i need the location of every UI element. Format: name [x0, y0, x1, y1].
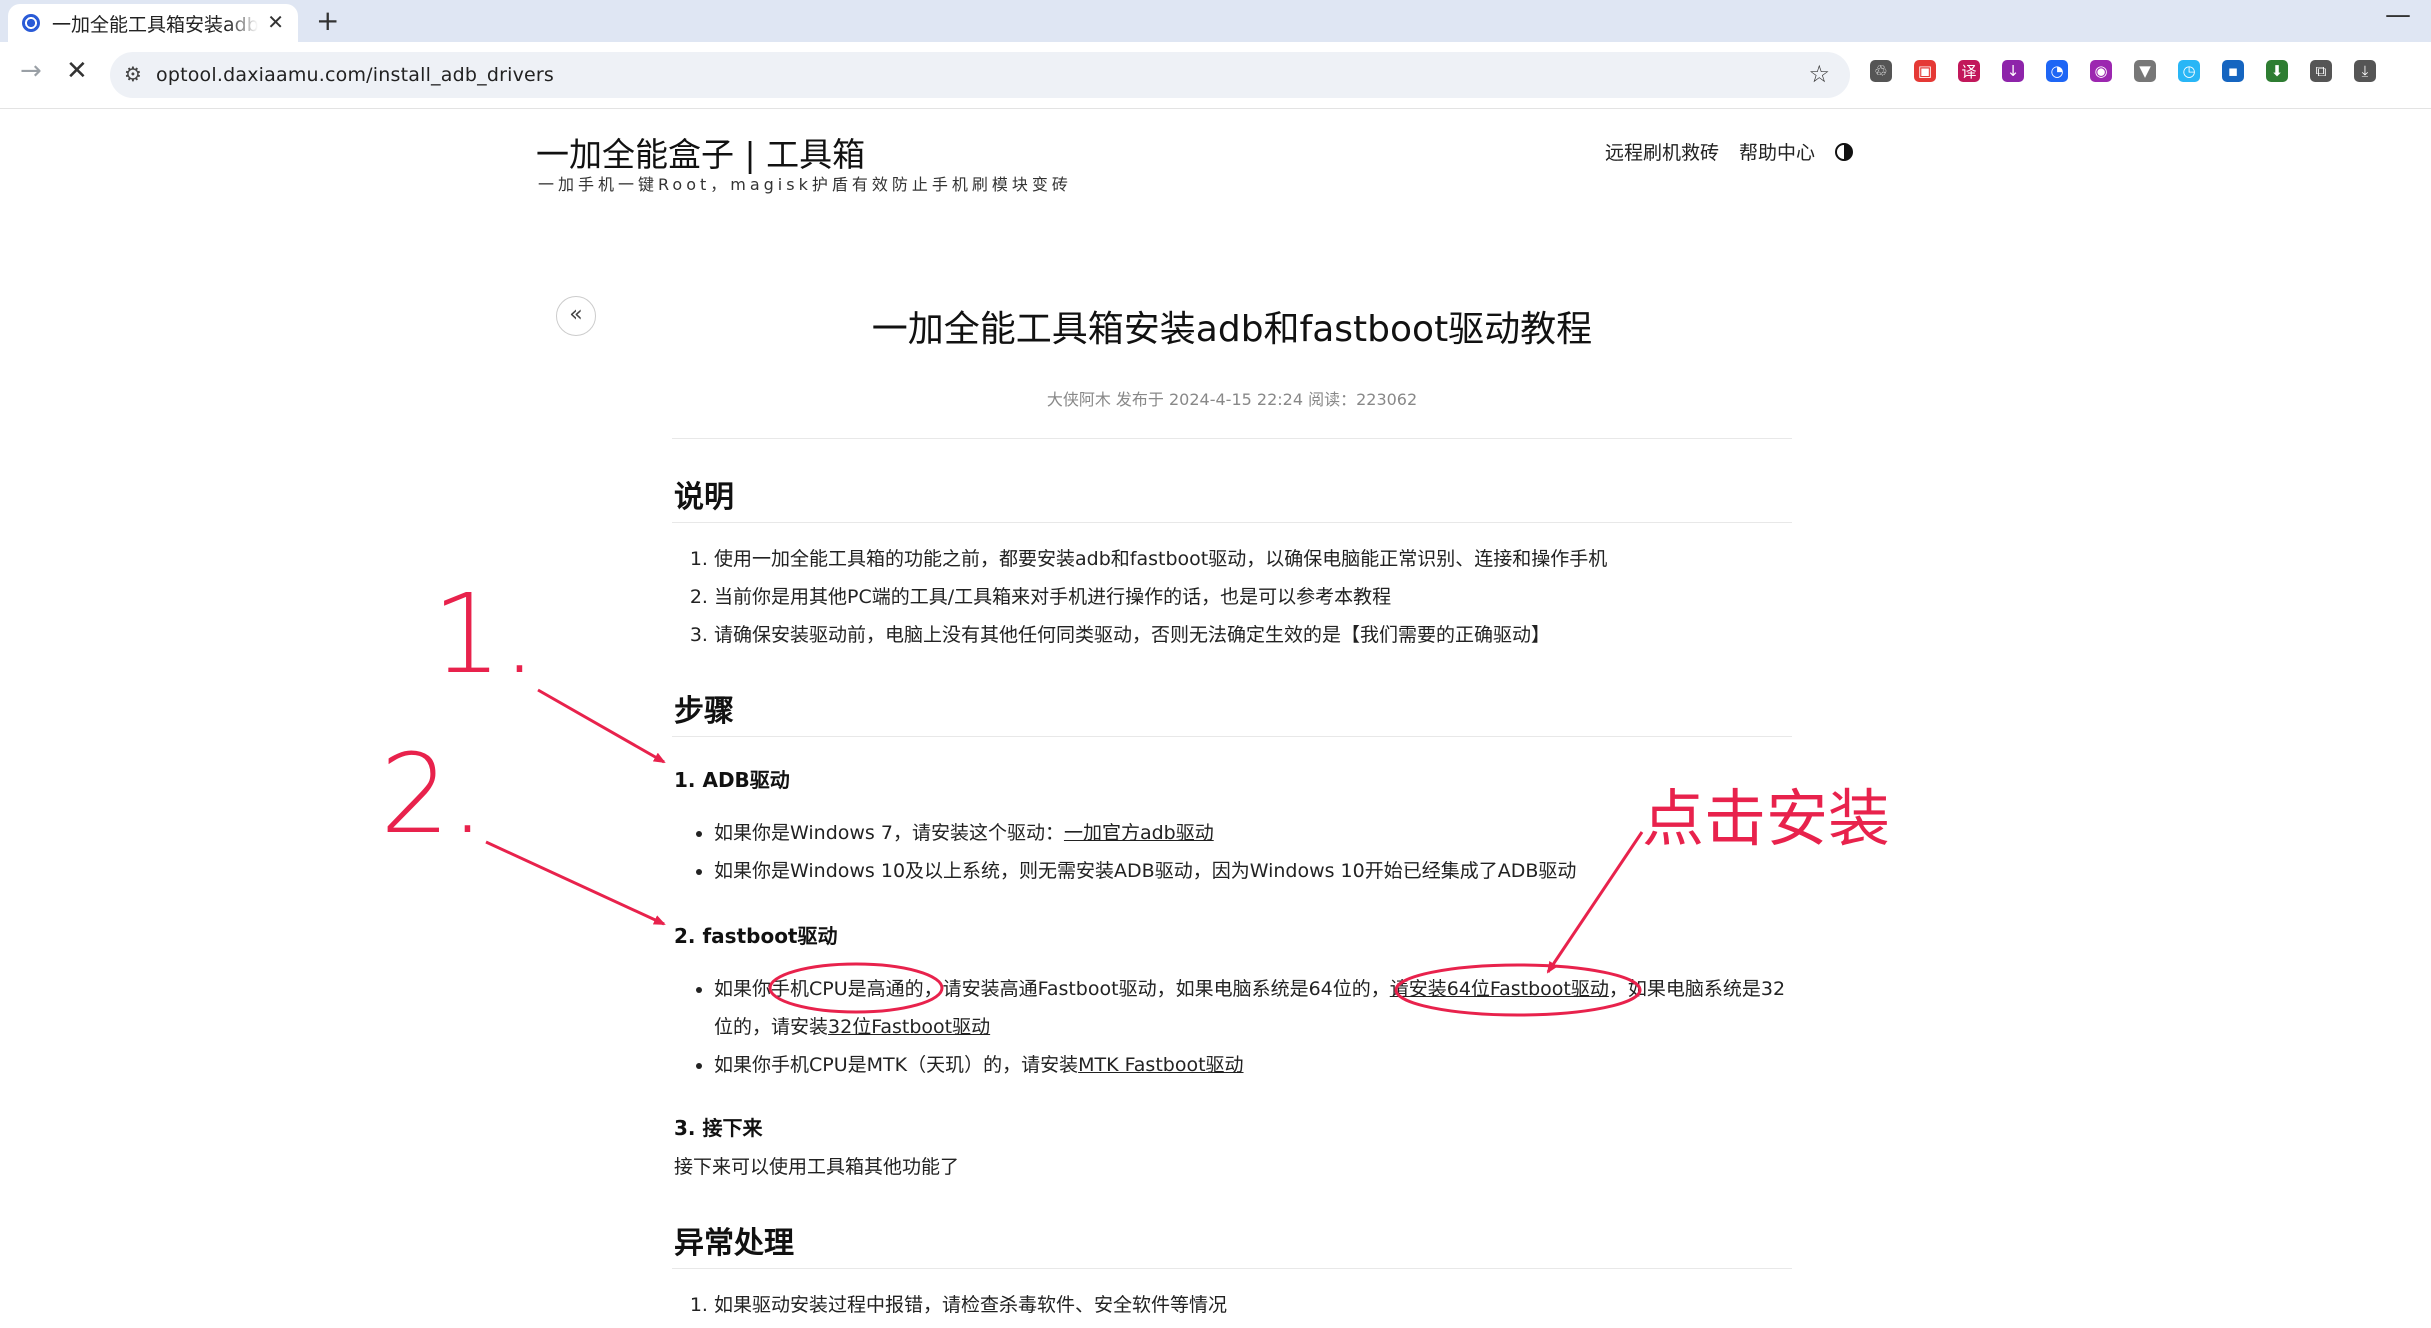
tab-title: 一加全能工具箱安装adb和fastboot驱动教程 [52, 13, 258, 36]
list-item-text: 如果你手机CPU是高通的，请安装高通Fastboot驱动，如果电脑系统是64位的… [714, 978, 1390, 1000]
annotation-click-install: 点击安装 [1642, 782, 1891, 855]
site-favicon-icon [22, 14, 40, 32]
annotation-number-2: 2. [380, 730, 485, 858]
article-meta: 大侠阿木 发布于 2024-4-15 22:24 阅读：223062 [1046, 390, 1418, 409]
window-minimize-button[interactable]: — [2385, 0, 2411, 30]
list-item: 当前你是用其他PC端的工具/工具箱来对手机进行操作的话，也是可以参考本教程 [714, 578, 1794, 616]
site-info-icon[interactable]: ⚙ [124, 62, 142, 86]
article-title: 一加全能工具箱安装adb和fastboot驱动教程 [871, 309, 1593, 350]
oneplus-adb-driver-link[interactable]: 一加官方adb驱动 [1064, 822, 1214, 844]
tab-bar: 一加全能工具箱安装adb和fastboot驱动教程 ✕ + — [0, 0, 2431, 42]
browser-tab[interactable]: 一加全能工具箱安装adb和fastboot驱动教程 ✕ [8, 4, 298, 42]
stop-loading-button[interactable]: ✕ [66, 56, 88, 86]
section-heading-intro: 说明 [674, 480, 734, 515]
back-button[interactable]: « [556, 296, 596, 336]
extensions-area: ♲ ▣ 译 ↓ ◔ ◉ ▼ ◷ ▪ ⬇ ⧉ ⤓ [1870, 60, 2376, 82]
tab-close-icon[interactable]: ✕ [267, 10, 284, 34]
fastboot-32bit-driver-link[interactable]: 32位Fastboot驱动 [828, 1016, 990, 1038]
downloads-icon[interactable]: ⤓ [2354, 60, 2376, 82]
issues-list: 如果驱动安装过程中报错，请检查杀毒软件、安全软件等情况 [674, 1286, 1794, 1324]
url-text[interactable]: optool.daxiaamu.com/install_adb_drivers [156, 64, 554, 86]
annotation-overlay [485, 688, 1644, 1017]
squares-icon[interactable]: ▪ [2222, 60, 2244, 82]
list-item-text: 如果你是Windows 7，请安装这个驱动： [714, 822, 1064, 844]
divider [672, 522, 1792, 523]
annotation-arrow-2 [485, 840, 666, 926]
list-item: 如果你手机CPU是高通的，请安装高通Fastboot驱动，如果电脑系统是64位的… [714, 970, 1796, 1046]
site-title[interactable]: 一加全能盒子 | 工具箱 [536, 128, 865, 176]
section-heading-steps: 步骤 [674, 694, 734, 729]
list-item: 如果你是Windows 7，请安装这个驱动：一加官方adb驱动 [714, 814, 1794, 852]
browser-toolbar: → ✕ ⚙ optool.daxiaamu.com/install_adb_dr… [0, 42, 2431, 109]
step1-heading: 1. ADB驱动 [674, 768, 790, 792]
step2-list: 如果你手机CPU是高通的，请安装高通Fastboot驱动，如果电脑系统是64位的… [674, 970, 1796, 1084]
divider [672, 1268, 1792, 1269]
step3-heading: 3. 接下来 [674, 1116, 763, 1140]
puzzle-recycle-icon[interactable]: ♲ [1870, 60, 1892, 82]
divider [672, 736, 1792, 737]
address-bar[interactable]: ⚙ optool.daxiaamu.com/install_adb_driver… [110, 52, 1850, 98]
section-heading-issues: 异常处理 [674, 1226, 794, 1261]
divider [672, 438, 1792, 439]
dice-icon[interactable]: ▣ [1914, 60, 1936, 82]
list-item: 使用一加全能工具箱的功能之前，都要安装adb和fastboot驱动，以确保电脑能… [714, 540, 1794, 578]
list-item: 如果驱动安装过程中报错，请检查杀毒软件、安全软件等情况 [714, 1286, 1794, 1324]
nav-remote-flash[interactable]: 远程刷机救砖 [1605, 138, 1719, 165]
annotation-arrow-1 [537, 688, 666, 764]
step3-text: 接下来可以使用工具箱其他功能了 [674, 1156, 960, 1178]
site-subtitle: 一加手机一键Root，magisk护盾有效防止手机刷模块变砖 [538, 175, 1072, 194]
extensions-icon[interactable]: ⧉ [2310, 60, 2332, 82]
annotation-number-1: 1. [432, 570, 537, 698]
list-item-text: 如果你手机CPU是MTK（天玑）的，请安装 [714, 1054, 1079, 1076]
speed-icon[interactable]: ◷ [2178, 60, 2200, 82]
fastboot-64bit-driver-link[interactable]: 请安装64位Fastboot驱动 [1390, 978, 1609, 1000]
top-navigation: 远程刷机救砖 帮助中心 [1605, 138, 1853, 165]
step2-heading: 2. fastboot驱动 [674, 924, 838, 948]
mtk-fastboot-driver-link[interactable]: MTK Fastboot驱动 [1078, 1054, 1243, 1076]
list-item: 如果你手机CPU是MTK（天玑）的，请安装MTK Fastboot驱动 [714, 1046, 1796, 1084]
theme-toggle-icon[interactable] [1835, 142, 1853, 161]
green-download-icon[interactable]: ⬇ [2266, 60, 2288, 82]
list-item: 如果你是Windows 10及以上系统，则无需安装ADB驱动，因为Windows… [714, 852, 1794, 890]
globe-icon[interactable]: ◉ [2090, 60, 2112, 82]
download-arrow-icon[interactable]: ↓ [2002, 60, 2024, 82]
forward-button[interactable]: → [20, 56, 42, 86]
chat-icon[interactable]: ◔ [2046, 60, 2068, 82]
intro-list: 使用一加全能工具箱的功能之前，都要安装adb和fastboot驱动，以确保电脑能… [674, 540, 1794, 654]
new-tab-button[interactable]: + [316, 4, 339, 37]
nav-help-center[interactable]: 帮助中心 [1739, 138, 1815, 165]
bookmark-star-icon[interactable]: ☆ [1808, 60, 1830, 88]
list-item: 请确保安装驱动前，电脑上没有其他任何同类驱动，否则无法确定生效的是【我们需要的正… [714, 616, 1794, 654]
step1-list: 如果你是Windows 7，请安装这个驱动：一加官方adb驱动 如果你是Wind… [674, 814, 1794, 890]
vpn-icon[interactable]: ▼ [2134, 60, 2156, 82]
translate-icon[interactable]: 译 [1958, 60, 1980, 82]
